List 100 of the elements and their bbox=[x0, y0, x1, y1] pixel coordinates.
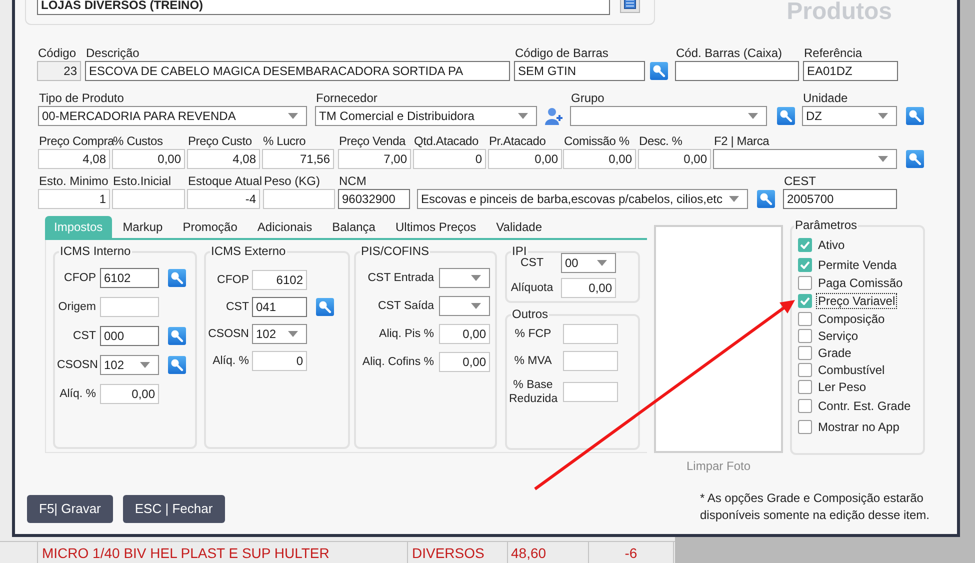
group-title: Parâmetros bbox=[794, 218, 858, 232]
checkbox[interactable] bbox=[798, 399, 812, 413]
search-icon[interactable] bbox=[168, 269, 186, 287]
input-field[interactable]: 0,00 bbox=[561, 278, 616, 298]
input-field[interactable]: 0,00 bbox=[439, 324, 490, 344]
search-icon[interactable] bbox=[316, 298, 334, 316]
input-field[interactable] bbox=[112, 189, 185, 209]
input-field[interactable]: 4,08 bbox=[187, 149, 260, 169]
checkbox[interactable] bbox=[798, 362, 812, 376]
checkbox-label[interactable]: Preço Variavel bbox=[817, 294, 896, 308]
table-cell: DIVERSOS bbox=[408, 542, 508, 563]
dialog-button[interactable]: ESC | Fechar bbox=[122, 495, 225, 523]
search-icon[interactable] bbox=[777, 107, 795, 125]
field-label: F2 | Marca bbox=[713, 134, 770, 149]
input-field[interactable]: 0,00 bbox=[563, 149, 636, 169]
checkbox[interactable] bbox=[798, 238, 812, 252]
field-label: Aliq. Cofins % bbox=[361, 355, 434, 369]
field-label: CEST bbox=[783, 174, 816, 189]
input-field[interactable]: 96032900 bbox=[338, 189, 410, 209]
checkbox-label[interactable]: Ler Peso bbox=[817, 380, 868, 394]
group-title: ICMS Interno bbox=[59, 244, 132, 258]
group-title: IPI bbox=[511, 244, 528, 258]
dropdown-field[interactable] bbox=[570, 106, 767, 126]
checkbox-label[interactable]: Contr. Est. Grade bbox=[817, 399, 912, 413]
search-icon[interactable] bbox=[757, 190, 775, 208]
field-label: Código bbox=[37, 46, 76, 61]
input-field[interactable]: 71,56 bbox=[262, 149, 334, 169]
input-field[interactable]: 041 bbox=[252, 297, 307, 317]
checkbox[interactable] bbox=[798, 420, 812, 434]
input-field[interactable]: 4,08 bbox=[38, 149, 110, 169]
checkbox-label[interactable]: Serviço bbox=[817, 328, 860, 342]
dropdown-field[interactable]: DZ bbox=[802, 106, 897, 126]
field-label: Tipo de Produto bbox=[38, 91, 124, 106]
table-cell: -6 bbox=[589, 542, 674, 563]
input-field[interactable]: 7,00 bbox=[338, 149, 411, 169]
checkbox-label[interactable]: Mostrar no App bbox=[817, 420, 900, 434]
input-field[interactable]: 0,00 bbox=[100, 384, 159, 404]
input-field[interactable] bbox=[263, 189, 335, 209]
dropdown-field[interactable]: 102 bbox=[252, 324, 307, 344]
tab[interactable]: Balança bbox=[323, 216, 384, 238]
dialog-button[interactable]: F5| Gravar bbox=[27, 495, 113, 523]
input-field[interactable] bbox=[563, 382, 618, 402]
dropdown-field[interactable] bbox=[439, 268, 490, 288]
checkbox[interactable] bbox=[798, 312, 812, 326]
check-icon bbox=[800, 241, 810, 249]
input-field[interactable]: -4 bbox=[187, 189, 260, 209]
checkbox[interactable] bbox=[798, 328, 812, 342]
input-field[interactable]: EA01DZ bbox=[803, 61, 898, 81]
table-cell: MICRO 1/40 BIV HEL PLAST E SUP HULTER bbox=[38, 542, 408, 563]
dropdown-field[interactable]: Escovas e pinceis de barba,escovas p/cabelos, cilios,etc bbox=[417, 189, 748, 209]
checkbox-label[interactable]: Combustível bbox=[817, 362, 886, 376]
checkbox-label[interactable]: Ativo bbox=[817, 238, 846, 252]
tab[interactable]: Adicionais bbox=[248, 216, 322, 238]
group-title: PIS/COFINS bbox=[360, 244, 430, 258]
input-field[interactable]: 0,00 bbox=[488, 149, 562, 169]
tab[interactable]: Validade bbox=[487, 216, 551, 238]
checkbox-label[interactable]: Grade bbox=[817, 346, 852, 360]
search-icon[interactable] bbox=[168, 327, 186, 345]
input-field[interactable]: 23 bbox=[37, 61, 81, 81]
dropdown-field[interactable] bbox=[439, 296, 490, 316]
checkbox[interactable] bbox=[798, 380, 812, 394]
input-field[interactable]: 0,00 bbox=[439, 352, 490, 372]
checkbox-label[interactable]: Permite Venda bbox=[817, 258, 898, 272]
input-field[interactable]: ESCOVA DE CABELO MAGICA DESEMBARACADORA SORTIDA PA bbox=[85, 61, 510, 81]
checkbox-label[interactable]: Paga Comissão bbox=[817, 276, 904, 290]
dropdown-field[interactable]: 102 bbox=[100, 355, 159, 375]
input-field[interactable]: 000 bbox=[100, 326, 159, 346]
input-field[interactable] bbox=[675, 61, 799, 81]
input-field[interactable]: 0 bbox=[252, 351, 307, 371]
tab[interactable]: Promoção bbox=[174, 216, 246, 238]
dropdown-field[interactable]: TM Comercial e Distribuidora bbox=[315, 106, 537, 126]
checkbox[interactable] bbox=[798, 294, 812, 308]
dropdown-field[interactable]: 00 bbox=[561, 253, 616, 273]
search-icon[interactable] bbox=[906, 107, 924, 125]
tab[interactable]: Markup bbox=[114, 216, 172, 238]
checkbox[interactable] bbox=[798, 258, 812, 272]
dropdown-field[interactable] bbox=[713, 149, 897, 169]
checkbox[interactable] bbox=[798, 346, 812, 360]
dropdown-field[interactable]: 00-MERCADORIA PARA REVENDA bbox=[38, 106, 307, 126]
input-field[interactable]: 0,00 bbox=[112, 149, 185, 169]
checkbox[interactable] bbox=[798, 276, 812, 290]
field-label: Esto. Minimo bbox=[38, 174, 108, 189]
input-field[interactable] bbox=[100, 297, 159, 317]
search-icon[interactable] bbox=[906, 150, 924, 168]
input-field[interactable]: 2005700 bbox=[783, 189, 897, 209]
input-field[interactable]: 6102 bbox=[100, 268, 159, 288]
input-field[interactable] bbox=[563, 324, 618, 344]
checkbox-label[interactable]: Composição bbox=[817, 312, 886, 326]
input-field[interactable]: 6102 bbox=[252, 270, 307, 290]
input-field[interactable] bbox=[563, 351, 618, 371]
input-field[interactable]: 0 bbox=[413, 149, 486, 169]
search-icon[interactable] bbox=[168, 356, 186, 374]
input-field[interactable]: 1 bbox=[38, 189, 110, 209]
tab[interactable]: Ultimos Preços bbox=[386, 216, 486, 238]
search-icon[interactable] bbox=[650, 62, 668, 80]
input-field[interactable]: SEM GTIN bbox=[514, 61, 645, 81]
add-user-icon[interactable] bbox=[545, 107, 563, 125]
field-label: % Custos bbox=[113, 134, 163, 149]
input-field[interactable]: 0,00 bbox=[638, 149, 711, 169]
store-field[interactable]: LOJAS DIVERSOS (TREINO) bbox=[37, 0, 610, 15]
